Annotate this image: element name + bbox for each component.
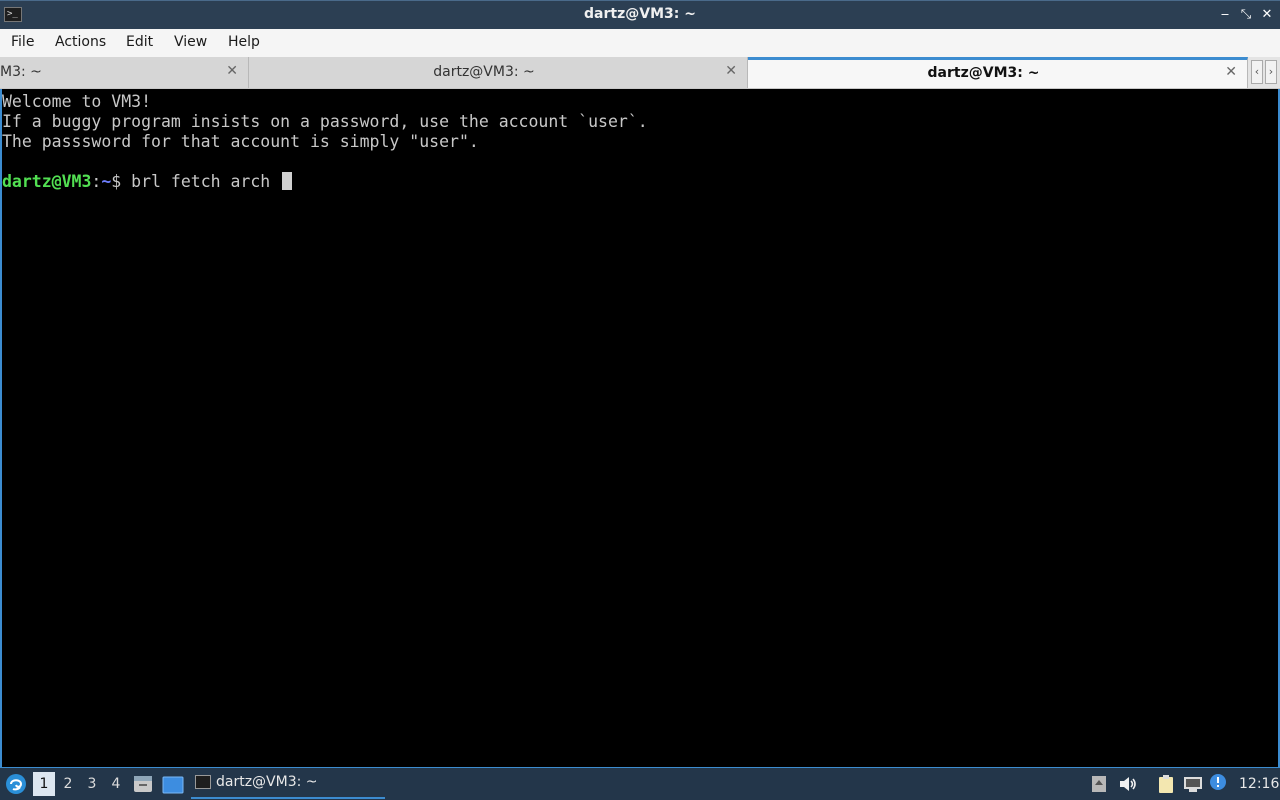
start-menu-icon[interactable] <box>5 773 27 795</box>
title-bar: >_ dartz@VM3: ~ ‒ ⤡ ✕ <box>0 0 1280 29</box>
prompt-path: ~ <box>101 172 112 191</box>
desktop-2-button[interactable]: 2 <box>57 772 79 796</box>
tab-scroll-left-icon[interactable]: ‹ <box>1251 60 1263 84</box>
typed-command: brl fetch arch <box>131 172 281 191</box>
desktop-1-button[interactable]: 1 <box>33 772 55 796</box>
network-icon[interactable] <box>1183 775 1203 793</box>
terminal-line: If a buggy program insists on a password… <box>2 112 648 131</box>
tab-label: M3: ~ <box>0 64 42 80</box>
terminal-line: Welcome to VM3! <box>2 92 152 111</box>
tab-close-icon[interactable]: ✕ <box>226 63 238 79</box>
desktop-4-button[interactable]: 4 <box>105 772 127 796</box>
prompt-line[interactable]: dartz@VM3:~$ brl fetch arch <box>2 172 1278 192</box>
prompt-separator: : <box>91 172 102 191</box>
taskbar-window-button[interactable]: dartz@VM3: ~ <box>191 771 385 799</box>
prompt-symbol: $ <box>111 172 132 191</box>
clock[interactable]: 12:16 <box>1239 776 1279 792</box>
window-title: dartz@VM3: ~ <box>584 6 696 22</box>
terminal-line: The passsword for that account is simply… <box>2 132 479 151</box>
tab-bar: M3: ~ ✕ dartz@VM3: ~ ✕ dartz@VM3: ~ ✕ ‹ … <box>0 57 1280 89</box>
menu-actions[interactable]: Actions <box>54 34 107 50</box>
prompt-user-host: dartz@VM3 <box>2 172 92 191</box>
desktop-3-button[interactable]: 3 <box>81 772 103 796</box>
menu-bar: File Actions Edit View Help <box>0 29 1280 57</box>
tab-2[interactable]: dartz@VM3: ~ ✕ <box>249 57 748 88</box>
menu-help[interactable]: Help <box>227 34 261 50</box>
text-cursor <box>282 172 293 190</box>
tab-3-active[interactable]: dartz@VM3: ~ ✕ <box>748 57 1248 88</box>
volume-icon[interactable] <box>1118 775 1138 793</box>
tab-scroll-right-icon[interactable]: › <box>1265 60 1277 84</box>
tab-label: dartz@VM3: ~ <box>927 65 1040 81</box>
terminal-area[interactable]: Welcome to VM3! If a buggy program insis… <box>0 89 1280 767</box>
menu-file[interactable]: File <box>10 34 35 50</box>
taskbar: 1 2 3 4 dartz@VM3: ~ 12:16 <box>0 767 1280 800</box>
tab-close-icon[interactable]: ✕ <box>1225 64 1237 80</box>
menu-view[interactable]: View <box>173 34 208 50</box>
show-desktop-icon[interactable] <box>162 776 184 794</box>
tab-close-icon[interactable]: ✕ <box>725 63 737 79</box>
tray-expand-icon[interactable] <box>1091 775 1107 793</box>
file-manager-icon[interactable] <box>133 775 153 793</box>
terminal-icon <box>195 775 211 789</box>
taskbar-window-label: dartz@VM3: ~ <box>216 774 318 790</box>
close-button[interactable]: ✕ <box>1258 6 1276 24</box>
tab-1[interactable]: M3: ~ ✕ <box>0 57 249 88</box>
tab-label: dartz@VM3: ~ <box>433 64 535 80</box>
clipboard-icon[interactable] <box>1156 774 1176 794</box>
updates-icon[interactable] <box>1209 773 1227 791</box>
maximize-button[interactable]: ⤡ <box>1237 6 1255 24</box>
menu-edit[interactable]: Edit <box>125 34 154 50</box>
minimize-button[interactable]: ‒ <box>1216 6 1234 24</box>
